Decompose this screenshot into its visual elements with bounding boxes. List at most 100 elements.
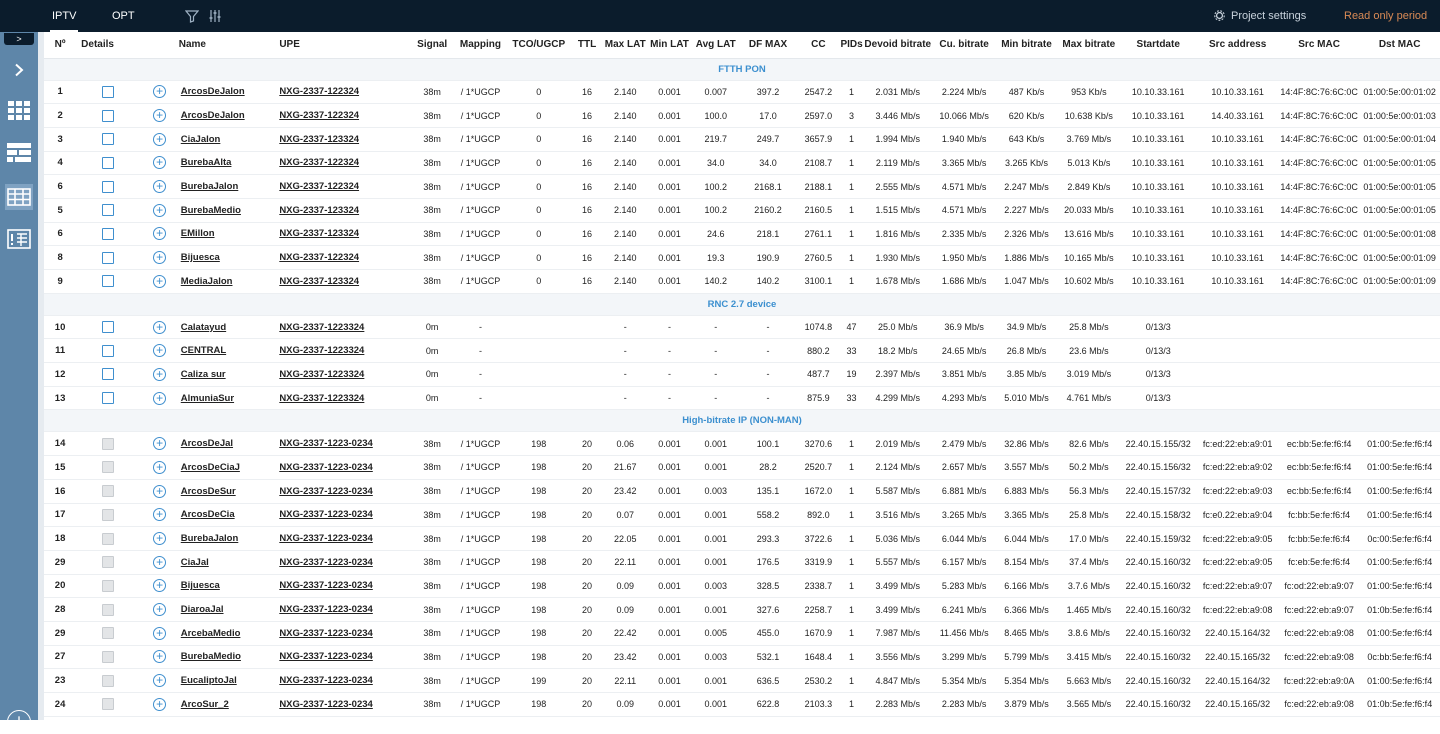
row-checkbox[interactable] — [76, 692, 141, 717]
cell-upe[interactable]: NXG-2337-1223-0234 — [279, 574, 411, 599]
row-checkbox[interactable] — [76, 526, 141, 551]
expand-details-icon[interactable]: + — [153, 603, 167, 617]
checkbox[interactable] — [102, 627, 115, 640]
column-header-cu-bitrate[interactable]: Cu. bitrate — [932, 32, 996, 59]
expand-details-icon[interactable]: + — [153, 109, 167, 123]
cell-upe[interactable]: NXG-2337-122324 — [279, 245, 411, 270]
details-cell[interactable]: + — [140, 386, 179, 411]
row-checkbox[interactable] — [76, 315, 141, 340]
cell-upe[interactable]: NXG-2337-122324 — [279, 80, 411, 105]
expand-details-icon[interactable]: + — [153, 555, 167, 569]
cell-upe[interactable]: NXG-2337-1223-0234 — [279, 597, 411, 622]
table-row[interactable]: 24 + ArcoSur_2 NXG-2337-1223-0234 38m/ 1*UGC… — [44, 692, 1440, 717]
details-cell[interactable]: + — [140, 127, 179, 152]
details-cell[interactable]: + — [140, 668, 179, 693]
checkbox[interactable] — [102, 556, 115, 569]
cell-upe[interactable]: NXG-2337-123324 — [279, 222, 411, 247]
column-header-df-max[interactable]: DF MAX — [739, 32, 797, 59]
checkbox[interactable] — [102, 227, 115, 240]
cell-name[interactable]: Caliza sur — [178, 362, 280, 387]
cell-name[interactable]: EucaliptoJal — [178, 668, 280, 693]
details-cell[interactable]: + — [140, 621, 179, 646]
expand-details-icon[interactable]: + — [153, 697, 167, 711]
report-icon[interactable] — [5, 226, 33, 252]
cell-upe[interactable]: NXG-2337-1223-0234 — [279, 431, 411, 457]
details-cell[interactable]: + — [140, 362, 179, 387]
cell-upe[interactable]: NXG-2337-1223-0234 — [279, 692, 411, 717]
table-row[interactable]: 15 + ArcosDeCiaJ NXG-2337-1223-0234 38m/ 1*U… — [44, 455, 1440, 480]
details-cell[interactable]: + — [140, 269, 179, 294]
row-checkbox[interactable] — [76, 103, 141, 128]
table-row[interactable]: 27 + BurebaMedio NXG-2337-1223-0234 38m/ 1*U… — [44, 645, 1440, 670]
row-checkbox[interactable] — [76, 362, 141, 387]
expand-details-icon[interactable]: + — [153, 320, 167, 334]
cell-upe[interactable]: NXG-2337-1223324 — [279, 362, 411, 387]
expand-details-icon[interactable]: + — [153, 251, 167, 265]
expand-details-icon[interactable]: + — [153, 626, 167, 640]
table-row[interactable]: 12 + Caliza sur NXG-2337-1223324 0m - - - - -487.… — [44, 362, 1440, 387]
checkbox[interactable] — [102, 674, 115, 687]
checkbox[interactable] — [102, 461, 115, 474]
cell-name[interactable]: Bijuesca — [178, 245, 280, 270]
table-row[interactable]: 28 + DiaroaJal NXG-2337-1223-0234 38m/ 1*UGC… — [44, 597, 1440, 622]
cell-upe[interactable]: NXG-2337-1223-0234 — [279, 455, 411, 480]
row-checkbox[interactable] — [76, 550, 141, 575]
details-cell[interactable]: + — [140, 597, 179, 622]
column-header-tco[interactable]: TCO/UGCP — [506, 32, 571, 59]
sliders-icon[interactable] — [208, 9, 222, 23]
expand-details-icon[interactable]: + — [153, 391, 167, 405]
row-checkbox[interactable] — [76, 245, 141, 270]
add-button[interactable]: + — [7, 710, 31, 734]
column-header-details[interactable]: Details — [76, 32, 179, 59]
cell-name[interactable]: BurebaAlta — [178, 151, 280, 176]
table-row[interactable]: 10 + Calatayud NXG-2337-1223324 0m - - - - -1074.… — [44, 315, 1440, 340]
cell-name[interactable]: AlmuniaSur — [178, 386, 280, 411]
row-checkbox[interactable] — [76, 574, 141, 599]
expand-details-icon[interactable]: + — [153, 227, 167, 241]
checkbox[interactable] — [102, 532, 115, 545]
cell-name[interactable]: BurebaJalon — [178, 174, 280, 199]
table-row[interactable]: 6 + BurebaJalon NXG-2337-122324 38m/ 1*UGCP 0… — [44, 174, 1440, 199]
cell-upe[interactable]: NXG-2337-123324 — [279, 269, 411, 294]
row-checkbox[interactable] — [76, 621, 141, 646]
expand-details-icon[interactable]: + — [153, 674, 167, 688]
cell-name[interactable]: Bijuesca — [178, 574, 280, 599]
expand-details-icon[interactable]: + — [153, 132, 167, 146]
expand-details-icon[interactable]: + — [153, 437, 167, 451]
row-checkbox[interactable] — [76, 222, 141, 247]
table-icon[interactable] — [5, 184, 33, 210]
column-header-src-mac[interactable]: Src MAC — [1278, 32, 1360, 59]
dashboard-icon[interactable] — [5, 140, 33, 166]
row-checkbox[interactable] — [76, 386, 141, 411]
expand-details-icon[interactable]: + — [153, 85, 167, 99]
checkbox[interactable] — [102, 508, 115, 521]
column-header-signal[interactable]: Signal — [410, 32, 455, 59]
cell-upe[interactable]: NXG-2337-1223324 — [279, 338, 411, 364]
column-header-dst-mac[interactable]: Dst MAC — [1359, 32, 1440, 59]
checkbox[interactable] — [102, 109, 115, 122]
details-cell[interactable]: + — [140, 222, 179, 247]
table-row[interactable]: 14 + ArcosDeJal NXG-2337-1223-0234 38m/ 1*UG… — [44, 431, 1440, 457]
table-row[interactable]: 1 + ArcosDeJalon NXG-2337-122324 38m/ 1*UGCP… — [44, 80, 1440, 105]
details-cell[interactable]: + — [140, 198, 179, 223]
column-header-mapping[interactable]: Mapping — [454, 32, 507, 59]
expand-details-icon[interactable]: + — [153, 484, 167, 498]
checkbox[interactable] — [102, 251, 115, 264]
details-cell[interactable]: + — [140, 645, 179, 670]
details-cell[interactable]: + — [140, 692, 179, 717]
table-row[interactable]: 18 + BurebaJalon NXG-2337-1223-0234 38m/ 1*U… — [44, 526, 1440, 551]
cell-name[interactable]: ArcosDeCiaJ — [178, 455, 280, 480]
details-cell[interactable]: + — [140, 80, 179, 105]
details-cell[interactable]: + — [140, 431, 179, 457]
row-checkbox[interactable] — [76, 174, 141, 199]
read-only-period-link[interactable]: Read only period — [1344, 0, 1427, 32]
details-cell[interactable]: + — [140, 455, 179, 480]
expand-details-icon[interactable]: + — [153, 650, 167, 664]
chevron-right-icon[interactable] — [5, 57, 33, 83]
column-header-max-lat[interactable]: Max LAT — [603, 32, 648, 59]
column-header-startdate[interactable]: Startdate — [1120, 32, 1197, 59]
cell-upe[interactable]: NXG-2337-1223324 — [279, 315, 411, 340]
expand-details-icon[interactable]: + — [153, 203, 167, 217]
cell-name[interactable]: CiaJalon — [178, 127, 280, 152]
details-cell[interactable]: + — [140, 574, 179, 599]
